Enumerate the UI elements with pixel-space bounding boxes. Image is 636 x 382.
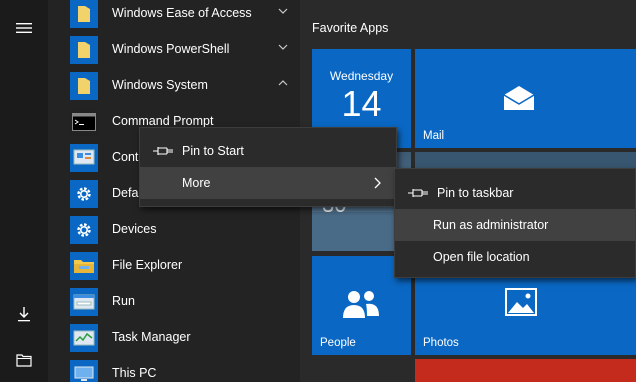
mail-icon <box>503 86 535 110</box>
tile-group-title: Favorite Apps <box>312 21 389 35</box>
mail-tile-label: Mail <box>423 130 445 142</box>
calendar-date: 14 <box>341 83 382 124</box>
folder-icon <box>70 72 98 100</box>
app-list-item-this-pc[interactable]: This PC <box>48 356 300 382</box>
app-list-item-label: Windows Ease of Access <box>112 6 252 20</box>
file-explorer-rail-button[interactable] <box>0 340 48 380</box>
app-list-item-label: Task Manager <box>112 330 191 344</box>
context-menu: Pin to Start More <box>139 127 397 207</box>
menu-item-open-file-location[interactable]: Open file location <box>395 241 635 273</box>
app-list-item-task-manager[interactable]: Task Manager <box>48 320 300 356</box>
gear-icon <box>70 216 98 244</box>
pin-icon <box>408 189 428 197</box>
hamburger-menu-button[interactable] <box>0 8 48 48</box>
app-list-item-label: This PC <box>112 366 157 380</box>
gear-icon <box>70 180 98 208</box>
app-list-item-label: Devices <box>112 222 157 236</box>
chevron-down-icon[interactable] <box>276 40 290 54</box>
hamburger-menu-icon <box>16 23 32 33</box>
app-list-item-windows-system[interactable]: Windows System <box>48 68 300 104</box>
downloads-button[interactable] <box>0 294 48 334</box>
calendar-day: Wednesday <box>329 69 394 83</box>
menu-item-label: Open file location <box>433 250 530 264</box>
app-list-item-label: Windows System <box>112 78 208 92</box>
file-explorer-icon <box>16 354 32 367</box>
app-list-item-label: File Explorer <box>112 258 183 272</box>
app-list-item-devices[interactable]: Devices <box>48 212 300 248</box>
app-list-item-label: Command Prompt <box>112 114 214 128</box>
app-list-item-windows-powershell[interactable]: Windows PowerShell <box>48 32 300 68</box>
people-icon <box>343 291 379 318</box>
control-panel-icon <box>70 144 98 172</box>
mail-tile[interactable]: Mail <box>415 49 636 148</box>
downloads-icon <box>18 307 30 322</box>
red-tile[interactable] <box>415 359 636 382</box>
command-prompt-icon <box>70 108 98 136</box>
app-list-item-run[interactable]: Run <box>48 284 300 320</box>
photos-icon <box>505 288 537 316</box>
photos-tile-label: Photos <box>423 337 459 349</box>
chevron-right-icon <box>374 177 381 189</box>
start-rail <box>0 0 48 382</box>
menu-item-pin-to-taskbar[interactable]: Pin to taskbar <box>395 177 635 209</box>
app-list-item-windows-ease-of-access[interactable]: Windows Ease of Access <box>48 0 300 32</box>
people-tile-label: People <box>320 337 356 349</box>
menu-item-label: Pin to taskbar <box>437 186 514 200</box>
folder-icon <box>70 0 98 28</box>
file-explorer-icon <box>70 252 98 280</box>
run-icon <box>70 288 98 316</box>
menu-item-run-as-administrator[interactable]: Run as administrator <box>395 209 635 241</box>
menu-item-more[interactable]: More <box>140 167 396 199</box>
menu-item-label: Pin to Start <box>182 144 244 158</box>
folder-icon <box>70 36 98 64</box>
menu-item-label: Run as administrator <box>433 218 549 232</box>
app-list-item-label: Windows PowerShell <box>112 42 230 56</box>
task-manager-icon <box>70 324 98 352</box>
menu-item-pin-to-start[interactable]: Pin to Start <box>140 135 396 167</box>
chevron-up-icon[interactable] <box>276 76 290 90</box>
app-list-item-file-explorer[interactable]: File Explorer <box>48 248 300 284</box>
pin-icon <box>153 147 173 155</box>
chevron-down-icon[interactable] <box>276 4 290 18</box>
app-list-item-label: Run <box>112 294 135 308</box>
submenu: Pin to taskbar Run as administrator Open… <box>394 168 636 278</box>
this-pc-icon <box>70 360 98 382</box>
menu-item-label: More <box>182 176 211 190</box>
